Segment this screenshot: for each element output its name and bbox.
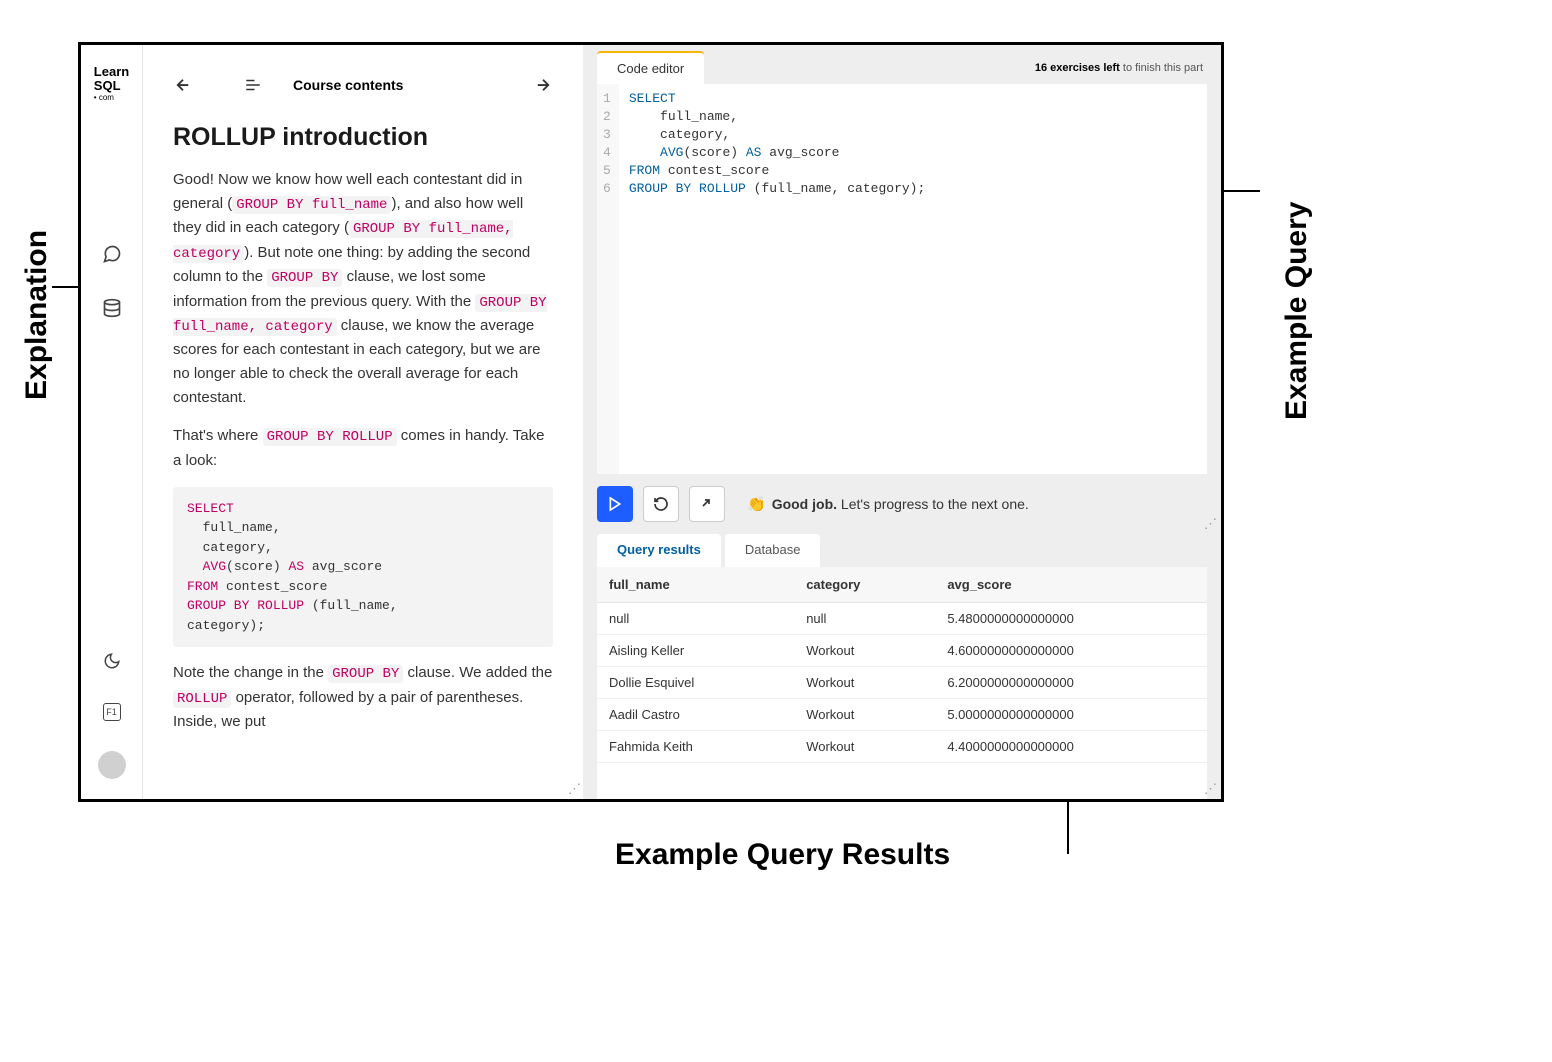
next-button[interactable] [689,486,725,522]
table-row: Fahmida KeithWorkout4.4000000000000000 [597,731,1207,763]
editor-controls: 👏 Good job. Let's progress to the next o… [583,474,1221,534]
sidebar: Learn SQL • com F1 [81,45,143,799]
results-section: Query results Database full_namecategory… [583,534,1221,799]
run-button[interactable] [597,486,633,522]
exercises-left-label: 16 exercises left to finish this part [1031,54,1207,82]
tab-query-results[interactable]: Query results [597,534,721,567]
editor-top-bar: Code editor 16 exercises left to finish … [583,45,1221,84]
explanation-panel: Course contents ROLLUP introduction Good… [143,45,583,799]
code-editor[interactable]: 123456 SELECT full_name, category, AVG(s… [597,84,1207,474]
menu-icon[interactable] [243,75,263,95]
resize-handle-icon[interactable]: ⋰ [568,781,581,797]
explain-header: Course contents [143,45,583,105]
annotation-explanation: Explanation [20,230,54,400]
reset-button[interactable] [643,486,679,522]
table-row: nullnull5.4800000000000000 [597,603,1207,635]
database-icon[interactable] [100,296,124,320]
avatar[interactable] [98,751,126,779]
line-gutter: 123456 [597,84,619,474]
chat-icon[interactable] [100,242,124,266]
logo-line1: Learn [94,65,129,79]
code-block: SELECT full_name, category, AVG(score) A… [173,487,553,648]
status-message: 👏 Good job. Let's progress to the next o… [747,495,1029,513]
explain-body: Good! Now we know how well each contesta… [143,168,583,799]
tab-code-editor[interactable]: Code editor [597,51,704,84]
table-row: Aisling KellerWorkout4.6000000000000000 [597,635,1207,667]
code-chip: ROLLUP [173,690,231,708]
annotation-example-results: Example Query Results [615,838,950,872]
app-frame: Learn SQL • com F1 Course contents [78,42,1224,802]
resize-handle-icon[interactable]: ⋰ [1204,516,1217,532]
annotation-line [52,286,80,288]
column-header: full_name [597,567,794,603]
back-icon[interactable] [173,75,193,95]
clap-icon: 👏 [747,495,766,513]
paragraph-3: Note the change in the GROUP BY clause. … [173,661,553,734]
paragraph-2: That's where GROUP BY ROLLUP comes in ha… [173,424,553,472]
results-table: full_namecategoryavg_score nullnull5.480… [597,567,1207,799]
logo[interactable]: Learn SQL • com [86,65,137,102]
course-contents-label[interactable]: Course contents [293,77,513,93]
logo-sub: • com [94,94,129,103]
paragraph-1: Good! Now we know how well each contesta… [173,168,553,410]
column-header: avg_score [935,567,1207,603]
page-title: ROLLUP introduction [173,123,553,152]
code-chip: GROUP BY [328,665,403,683]
annotation-example-query: Example Query [1280,202,1314,420]
code-chip: GROUP BY full_name [232,196,391,214]
code-editor-section: Code editor 16 exercises left to finish … [583,45,1221,534]
table-row: Aadil CastroWorkout5.0000000000000000 [597,699,1207,731]
resize-handle-icon[interactable]: ⋰ [1204,781,1217,797]
right-panel: Code editor 16 exercises left to finish … [583,45,1221,799]
tab-database[interactable]: Database [725,534,821,567]
moon-icon[interactable] [100,649,124,673]
code-chip: GROUP BY ROLLUP [263,428,397,446]
results-tabs: Query results Database [583,534,1221,567]
column-header: category [794,567,935,603]
table-row: Dollie EsquivelWorkout6.2000000000000000 [597,667,1207,699]
code-chip: GROUP BY [267,269,342,287]
fullscreen-icon[interactable]: F1 [103,703,121,721]
forward-icon[interactable] [533,75,553,95]
code-text[interactable]: SELECT full_name, category, AVG(score) A… [619,84,1207,474]
logo-line2: SQL [94,79,129,93]
